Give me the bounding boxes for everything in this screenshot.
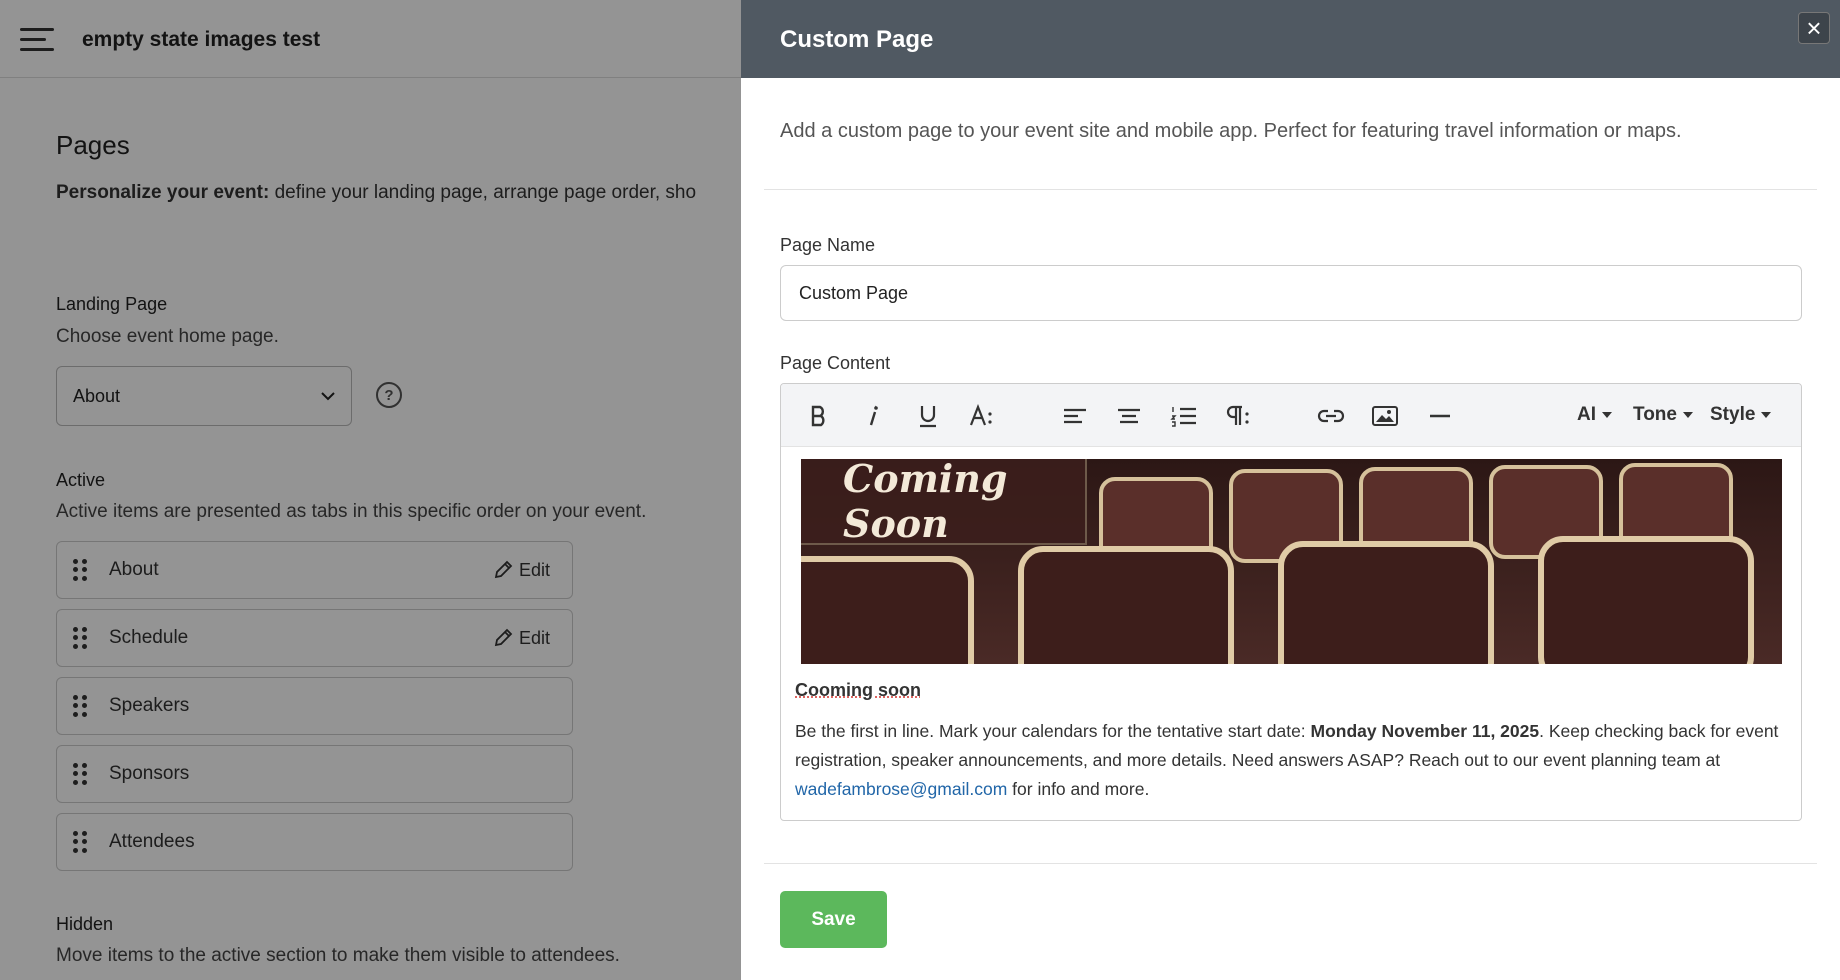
paragraph-text-3: for info and more.: [1007, 779, 1150, 799]
divider: [764, 189, 1817, 190]
align-left-icon[interactable]: [1059, 400, 1091, 432]
panel-header: Custom Page ×: [741, 0, 1840, 78]
ai-dropdown-label: AI: [1577, 404, 1596, 425]
panel-title: Custom Page: [780, 26, 934, 53]
content-heading: Cooming soon: [795, 680, 1787, 701]
image-icon[interactable]: [1369, 400, 1401, 432]
italic-icon[interactable]: [857, 400, 889, 432]
banner-image: Coming Soon: [801, 459, 1782, 664]
custom-page-panel: Custom Page × Add a custom page to your …: [741, 0, 1840, 980]
ai-dropdown[interactable]: AI: [1577, 404, 1612, 426]
save-button[interactable]: Save: [780, 891, 887, 948]
align-center-icon[interactable]: [1113, 400, 1145, 432]
horizontal-line-icon[interactable]: [1424, 400, 1456, 432]
caret-down-icon: [1602, 412, 1612, 418]
editor-content[interactable]: Coming Soon Cooming soon Be the first in…: [781, 447, 1801, 816]
style-dropdown[interactable]: Style: [1710, 404, 1772, 426]
caret-down-icon: [1682, 412, 1693, 418]
paragraph-format-icon[interactable]: [1222, 400, 1254, 432]
bold-icon[interactable]: [803, 400, 835, 432]
start-date: Monday November 11, 2025: [1310, 721, 1540, 741]
style-dropdown-label: Style: [1710, 404, 1756, 425]
tone-dropdown[interactable]: Tone: [1633, 404, 1693, 426]
link-icon[interactable]: [1315, 400, 1347, 432]
email-link[interactable]: wadefambrose@gmail.com: [795, 779, 1007, 799]
panel-intro: Add a custom page to your event site and…: [780, 120, 1682, 142]
close-button[interactable]: ×: [1798, 12, 1830, 44]
page-name-input[interactable]: [780, 265, 1802, 321]
paragraph-text-1: Be the first in line. Mark your calendar…: [795, 721, 1311, 741]
tone-dropdown-label: Tone: [1633, 404, 1677, 425]
underline-icon[interactable]: [912, 400, 944, 432]
page-content-label: Page Content: [780, 353, 891, 373]
rich-text-editor[interactable]: AI Tone Style Coming Soon Cooming soon B…: [780, 383, 1802, 821]
caret-down-icon: [1761, 412, 1772, 418]
divider: [764, 863, 1817, 864]
content-paragraph: Be the first in line. Mark your calendar…: [795, 717, 1787, 804]
numbered-list-icon[interactable]: [1168, 400, 1200, 432]
font-size-icon[interactable]: [966, 400, 998, 432]
content-heading-text: Cooming soon: [795, 680, 921, 700]
page-name-label: Page Name: [780, 235, 876, 255]
close-icon: ×: [1806, 12, 1822, 43]
editor-toolbar: AI Tone Style: [781, 384, 1801, 447]
banner-title: Coming Soon: [801, 459, 1087, 546]
